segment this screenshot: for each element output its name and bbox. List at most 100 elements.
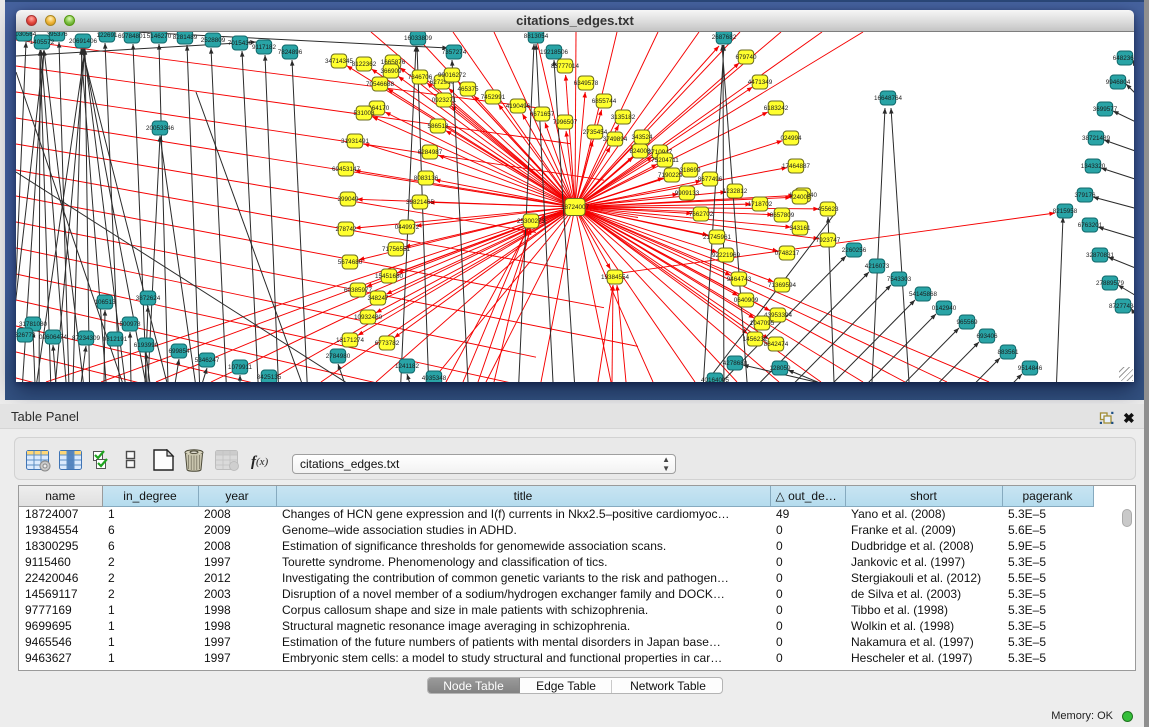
svg-text:20691406: 20691406 [69, 38, 98, 45]
svg-text:699854: 699854 [168, 348, 190, 355]
svg-text:1047095: 1047095 [750, 320, 775, 327]
svg-text:465375: 465375 [457, 86, 479, 93]
svg-text:31931491: 31931491 [341, 138, 370, 145]
svg-text:8083136: 8083136 [414, 175, 439, 182]
svg-text:9117182: 9117182 [252, 44, 277, 51]
svg-text:9464743: 9464743 [727, 276, 752, 283]
svg-text:17464887: 17464887 [782, 163, 811, 170]
svg-text:13171274: 13171274 [336, 337, 365, 344]
svg-text:0142940: 0142940 [932, 305, 957, 312]
svg-text:6349578: 6349578 [574, 80, 599, 87]
svg-text:128059: 128059 [769, 365, 791, 372]
svg-text:5674680: 5674680 [338, 259, 363, 266]
svg-text:6193990: 6193990 [134, 342, 159, 349]
svg-text:122691: 122691 [96, 32, 118, 39]
svg-text:1241182: 1241182 [395, 363, 420, 370]
svg-text:3749894: 3749894 [603, 136, 628, 143]
svg-text:25300273: 25300273 [517, 218, 546, 225]
svg-text:8425135: 8425135 [257, 374, 282, 381]
svg-text:343524: 343524 [631, 134, 653, 141]
svg-text:1405572: 1405572 [30, 39, 55, 46]
svg-text:8122362: 8122362 [352, 61, 377, 68]
svg-text:4471349: 4471349 [748, 79, 773, 86]
svg-text:7662702: 7662702 [689, 211, 714, 218]
svg-text:2260256: 2260256 [842, 247, 867, 254]
svg-text:500978: 500978 [119, 321, 141, 328]
svg-text:318699: 318699 [679, 167, 701, 174]
svg-text:34714345: 34714345 [325, 58, 354, 65]
svg-text:0812191: 0812191 [103, 336, 128, 343]
svg-text:7543303: 7543303 [887, 276, 912, 283]
svg-text:8281489: 8281489 [173, 34, 198, 41]
svg-text:83777014: 83777014 [551, 63, 580, 70]
svg-text:7015430: 7015430 [228, 40, 253, 47]
svg-text:679740: 679740 [735, 54, 757, 61]
svg-text:1232812: 1232812 [723, 188, 748, 195]
svg-text:1343320: 1343320 [1081, 163, 1106, 170]
svg-text:4278680: 4278680 [723, 360, 748, 367]
svg-text:278742: 278742 [335, 226, 357, 233]
svg-text:399049: 399049 [337, 196, 359, 203]
svg-text:39821465: 39821465 [406, 199, 435, 206]
svg-text:965569: 965569 [956, 319, 978, 326]
svg-text:99016272: 99016272 [438, 72, 467, 79]
svg-text:6855744: 6855744 [592, 98, 617, 105]
svg-text:6284987: 6284987 [418, 149, 443, 156]
svg-text:531003: 531003 [353, 110, 375, 117]
svg-text:69784801: 69784801 [118, 33, 147, 40]
svg-text:5146270: 5146270 [147, 33, 172, 40]
svg-text:366909: 366909 [380, 68, 402, 75]
svg-text:15451680: 15451680 [375, 273, 404, 280]
svg-text:8215958: 8215958 [1053, 208, 1078, 215]
svg-text:4935348: 4935348 [422, 375, 447, 382]
svg-text:19384554: 19384554 [601, 274, 630, 281]
svg-text:1079911: 1079911 [228, 364, 253, 371]
svg-text:7923747: 7923747 [816, 237, 841, 244]
svg-text:6773782: 6773782 [375, 340, 400, 347]
svg-text:21745961: 21745961 [703, 234, 732, 241]
svg-text:02606474: 02606474 [39, 334, 68, 341]
svg-text:6183242: 6183242 [764, 105, 789, 112]
svg-text:92221969: 92221969 [712, 252, 741, 259]
svg-text:20053346: 20053346 [146, 125, 175, 132]
svg-text:724005: 724005 [789, 194, 811, 201]
svg-text:6763201: 6763201 [1078, 222, 1103, 229]
svg-text:693406: 693406 [976, 333, 998, 340]
svg-text:379176: 379176 [1074, 192, 1096, 199]
svg-text:60385977: 60385977 [344, 287, 373, 294]
svg-text:0748217: 0748217 [775, 250, 800, 257]
svg-text:343161: 343161 [789, 225, 811, 232]
svg-text:7996507: 7996507 [553, 119, 578, 126]
svg-text:7452991: 7452991 [481, 94, 506, 101]
svg-text:(x): (x) [256, 456, 269, 468]
svg-text:0640909: 0640909 [734, 297, 759, 304]
svg-text:71756551: 71756551 [382, 246, 411, 253]
svg-text:0449972: 0449972 [395, 224, 420, 231]
svg-text:8813054: 8813054 [524, 33, 549, 40]
svg-text:19218506: 19218506 [540, 49, 569, 56]
svg-text:2528809: 2528809 [201, 37, 226, 44]
svg-text:71369594: 71369594 [768, 282, 797, 289]
svg-text:1718702: 1718702 [748, 201, 773, 208]
svg-text:2735454: 2735454 [583, 129, 608, 136]
svg-text:87234309: 87234309 [72, 335, 101, 342]
svg-text:9514846: 9514846 [1018, 365, 1043, 372]
svg-text:40164005: 40164005 [701, 377, 730, 382]
svg-text:9909133: 9909133 [675, 190, 700, 197]
svg-text:8657809: 8657809 [770, 212, 795, 219]
svg-text:70546688: 70546688 [366, 81, 395, 88]
svg-text:7357274: 7357274 [442, 49, 467, 56]
svg-text:75204711: 75204711 [651, 157, 679, 164]
svg-text:5346247: 5346247 [195, 357, 220, 364]
svg-text:32870831: 32870831 [1086, 252, 1115, 259]
svg-text:27889579: 27889579 [1096, 280, 1125, 287]
svg-text:348247: 348247 [367, 295, 389, 302]
svg-text:5030564: 5030564 [16, 32, 37, 38]
svg-text:106513: 106513 [94, 299, 116, 306]
svg-text:024994: 024994 [780, 135, 802, 142]
svg-text:3699577: 3699577 [1093, 106, 1118, 113]
svg-text:69453147: 69453147 [332, 166, 361, 173]
svg-text:31781080: 31781080 [19, 321, 48, 328]
svg-text:7824896: 7824896 [278, 49, 303, 56]
svg-text:38721489: 38721489 [1082, 135, 1111, 142]
